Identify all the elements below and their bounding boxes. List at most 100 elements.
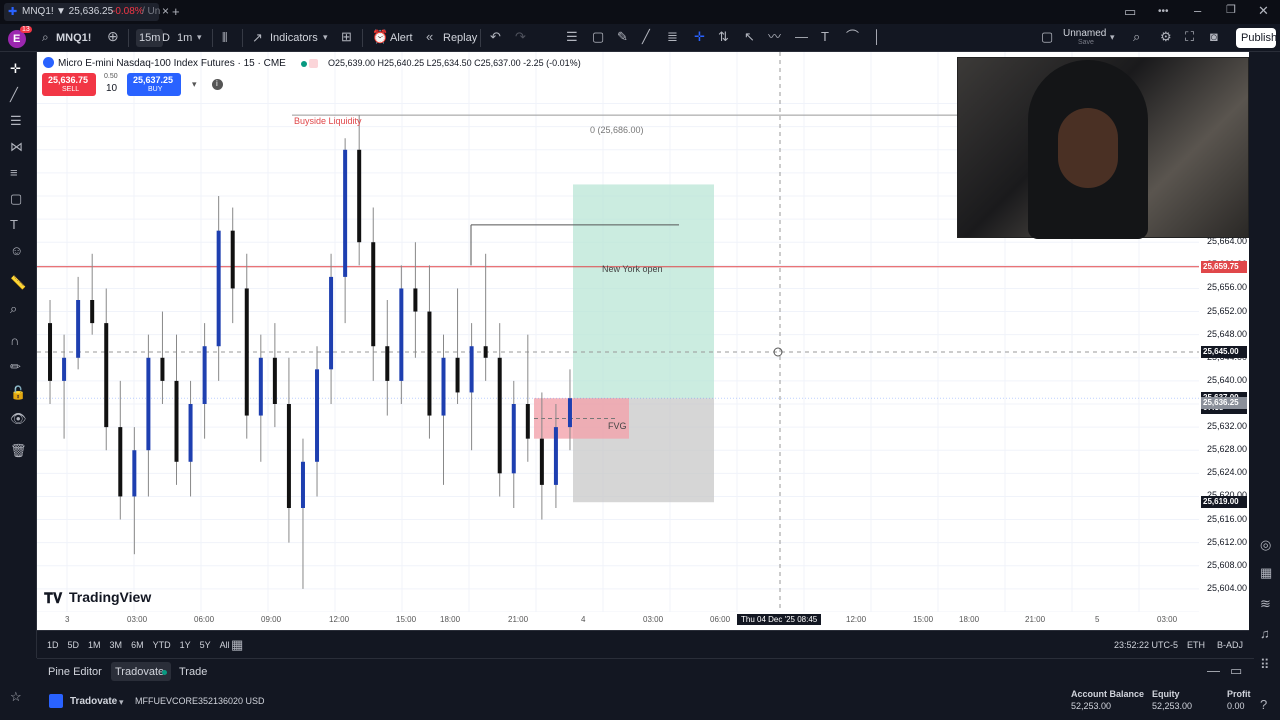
replay-button[interactable]: Replay [443,32,477,44]
camera-icon[interactable]: ◙ [1210,30,1218,43]
chevron-down-icon[interactable]: ▾ [1110,31,1115,44]
indicators-icon[interactable]: ↗ [252,31,263,44]
range-button-ytd[interactable]: YTD [153,640,171,650]
interval-d[interactable]: D [162,32,170,44]
goto-date-icon[interactable]: ▦ [231,638,243,651]
ruler-icon[interactable]: 📏 [10,276,26,289]
range-button-6m[interactable]: 6M [131,640,144,650]
symbol-title[interactable]: Micro E-mini Nasdaq-100 Index Futures · … [58,58,286,69]
position-tool-icon[interactable]: ⇅ [718,30,729,43]
text-icon[interactable]: T [10,218,18,231]
chart-area[interactable]: Micro E-mini Nasdaq-100 Index Futures · … [37,52,1249,630]
candle-type-icon[interactable]: ⫴ [222,31,227,44]
window-close-icon[interactable]: ✕ [1258,4,1269,17]
eye-icon[interactable]: 👁 [10,412,27,425]
crosshair-tool-icon[interactable]: ✛ [10,62,21,75]
star-icon[interactable]: ☆ [10,690,22,703]
broker-name[interactable]: Tradovate [70,696,117,707]
path-tool-icon[interactable]: ⌒ [846,30,859,43]
clock[interactable]: 23:52:22 UTC-5 [1114,640,1178,650]
range-button-1y[interactable]: 1Y [180,640,191,650]
range-button-3m[interactable]: 3M [110,640,123,650]
range-button-1m[interactable]: 1M [88,640,101,650]
calendar-icon[interactable]: ▦ [1260,566,1272,579]
session-toggle[interactable]: ETH [1187,640,1205,650]
sell-button[interactable]: 25,636.75 SELL [42,73,96,96]
zoom-icon[interactable]: ⌕ [10,302,17,315]
redo-icon[interactable]: ↷ [515,30,526,43]
feed-icon[interactable]: ≋ [1260,597,1271,610]
chevron-down-icon[interactable]: ▾ [119,696,124,709]
help-icon[interactable]: ? [1260,698,1267,711]
magnet-icon[interactable]: ∩ [10,334,19,347]
undo-icon[interactable]: ↶ [490,30,501,43]
indicators-button[interactable]: Indicators [270,32,318,44]
search-icon[interactable]: ⌕ [42,31,49,44]
target-icon[interactable]: ◎ [1260,538,1271,551]
lock-icon[interactable]: 🔓 [10,386,26,399]
shapes-icon[interactable]: ▢ [10,192,22,205]
vline-tool-icon[interactable]: │ [873,30,881,43]
account-id[interactable]: MFFUEVCORE352136020 USD [135,696,265,706]
trendline-tool-icon[interactable]: ╱ [642,30,650,43]
quantity-field[interactable]: 10 [106,83,117,94]
brush-tool-icon[interactable]: ✎ [617,30,628,43]
screens-icon[interactable]: ▭ [1124,5,1136,18]
chevron-down-icon[interactable]: ▾ [192,79,197,90]
layout-save[interactable]: Save [1078,39,1094,46]
rectangle-tool-icon[interactable]: ▢ [592,30,604,43]
range-button-5d[interactable]: 5D [68,640,80,650]
bell-icon[interactable]: ♫ [1260,627,1270,640]
channel-tool-icon[interactable]: ≣ [667,30,678,43]
fib-icon[interactable]: ☰ [10,114,22,127]
pattern-tool-icon[interactable]: 〰 [768,30,781,43]
cursor-icon[interactable]: ↖ [744,30,755,43]
tab-trade[interactable]: Trade [179,666,207,678]
buyside-liquidity-label[interactable]: Buyside Liquidity [294,116,362,126]
interval-15m[interactable]: 15m [136,29,164,47]
minimize-panel-icon[interactable]: — [1207,664,1220,677]
pattern-icon[interactable]: ⋈ [10,140,23,153]
settings-icon[interactable]: ⚙ [1160,30,1172,43]
alert-icon[interactable]: ⏰ [372,30,388,43]
chevron-down-icon[interactable]: ▾ [323,31,328,44]
tab-pine-editor[interactable]: Pine Editor [48,666,102,678]
text-tool-icon[interactable]: T [821,30,829,43]
lock-drawings-icon[interactable]: ✏ [10,360,21,373]
adjustment-toggle[interactable]: B-ADJ [1217,640,1243,650]
interval-1m[interactable]: 1m [177,32,192,44]
more-icon[interactable]: ••• [1158,5,1169,18]
time-axis[interactable]: 3 03:00 06:00 09:00 12:00 15:00 18:00 21:00 4 03:… [37,612,1249,630]
trend-line-icon[interactable]: ╱ [10,88,18,101]
flag-icon[interactable] [309,59,318,68]
layout-name[interactable]: Unnamed [1063,28,1106,39]
buy-button[interactable]: 25,637.25 BUY [127,73,181,96]
chevron-down-icon[interactable]: ▾ [197,31,202,44]
replay-icon[interactable]: « [426,30,433,43]
symbol-search[interactable]: MNQ1! [56,32,91,44]
compare-icon[interactable]: ⊕ [107,29,119,43]
quick-search-icon[interactable]: ⌕ [1133,30,1140,43]
ny-open-label[interactable]: New York open [602,264,663,274]
alert-button[interactable]: Alert [390,32,413,44]
tab-close-icon[interactable]: × [162,5,169,18]
range-button-all[interactable]: All [220,640,230,650]
apps-icon[interactable]: ⠿ [1260,658,1270,671]
trash-icon[interactable]: 🗑 [10,444,27,457]
emoji-icon[interactable]: ☺ [10,244,23,257]
info-icon[interactable]: i [212,79,223,90]
publish-button[interactable]: Publish [1236,28,1277,48]
crosshair-icon[interactable]: ✛ [694,30,705,43]
fvg-label[interactable]: FVG [608,421,627,431]
maximize-icon[interactable]: ❐ [1226,4,1236,17]
new-tab-icon[interactable]: + [172,5,180,18]
maximize-panel-icon[interactable]: ▭ [1230,664,1242,677]
fib-tool-icon[interactable]: ☰ [566,30,578,43]
hline-tool-icon[interactable]: — [795,30,808,43]
layout-icon[interactable]: ▢ [1041,30,1053,43]
templates-icon[interactable]: ⊞ [341,30,352,43]
minimize-icon[interactable]: – [1194,4,1201,17]
range-button-1d[interactable]: 1D [47,640,59,650]
forecast-icon[interactable]: ≡ [10,166,18,179]
range-button-5y[interactable]: 5Y [200,640,211,650]
